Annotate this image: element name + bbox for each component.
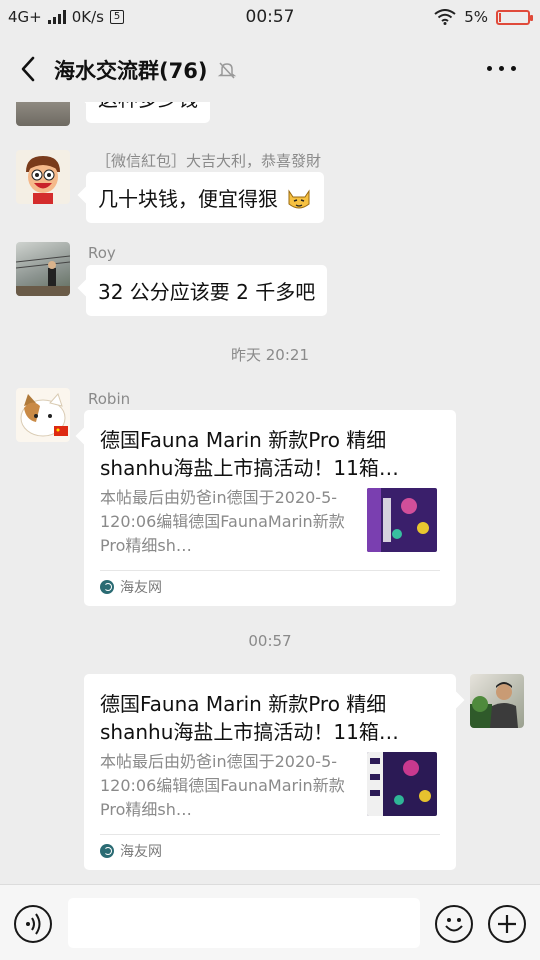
- emoji-icon[interactable]: [435, 905, 473, 943]
- message-text: 几十块钱，便宜得狠: [98, 187, 278, 211]
- message-text: 32 公分应该要 2 千多吧: [98, 280, 316, 304]
- message-text: 这种多少钱: [98, 102, 198, 111]
- card-thumbnail: [367, 752, 437, 816]
- site-icon: [100, 844, 114, 858]
- card-thumbnail: [367, 488, 437, 552]
- site-icon: [100, 580, 114, 594]
- avatar[interactable]: [16, 102, 70, 126]
- chevron-left-icon[interactable]: [14, 54, 44, 84]
- message-row: Robin 德国Fauna Marin 新款Pro 精细shanhu海盐上市搞活…: [0, 388, 540, 608]
- cartoon-boy-icon: [26, 156, 60, 204]
- card-description: 本帖最后由奶爸in德国于2020-5-120:06编辑德国FaunaMarin新…: [100, 752, 345, 819]
- wifi-icon: [434, 9, 456, 25]
- card-source-name: 海友网: [120, 844, 162, 860]
- avatar[interactable]: [16, 388, 70, 442]
- card-body: 本帖最后由奶爸in德国于2020-5-120:06编辑德国FaunaMarin新…: [100, 750, 440, 822]
- message-input[interactable]: [68, 898, 420, 948]
- title-bar: 海水交流群(76): [0, 36, 540, 102]
- input-bar: [0, 884, 540, 960]
- plus-icon[interactable]: [488, 905, 526, 943]
- chat-title[interactable]: 海水交流群(76): [54, 55, 237, 85]
- photo-avatar-icon: [470, 682, 518, 728]
- avatar[interactable]: [16, 242, 70, 296]
- message-row: ［微信紅包］大吉大利，恭喜發財 几十块钱，便宜得狠: [0, 150, 540, 230]
- status-bar: 4G+ 0K/s 5 00:57 5%: [0, 0, 540, 36]
- card-title: 德国Fauna Marin 新款Pro 精细shanhu海盐上市搞活动！11箱…: [100, 692, 399, 744]
- message-row: Roy 32 公分应该要 2 千多吧: [0, 242, 540, 322]
- link-card[interactable]: 德国Fauna Marin 新款Pro 精细shanhu海盐上市搞活动！11箱……: [84, 674, 456, 870]
- more-dots-icon[interactable]: [487, 66, 516, 71]
- bell-muted-icon: [218, 62, 237, 79]
- sender-name: ［微信紅包］大吉大利，恭喜發財: [96, 152, 322, 170]
- message-bubble[interactable]: 几十块钱，便宜得狠: [86, 172, 325, 223]
- chat-area[interactable]: 这种多少钱 ［微信紅包］大吉大利，恭喜發財 几十块钱，便宜得狠: [0, 102, 540, 884]
- avatar[interactable]: [16, 150, 70, 204]
- status-right: 5%: [434, 8, 533, 26]
- cat-emoji-icon: [288, 189, 310, 209]
- timestamp: 00:57: [248, 632, 292, 650]
- card-title: 德国Fauna Marin 新款Pro 精细shanhu海盐上市搞活动！11箱…: [100, 428, 399, 480]
- battery-percent: 5%: [464, 8, 488, 26]
- battery-level: [499, 12, 501, 22]
- voice-icon[interactable]: [14, 905, 52, 943]
- battery-icon: [496, 9, 533, 25]
- avatar[interactable]: [470, 674, 524, 728]
- card-body: 本帖最后由奶爸in德国于2020-5-120:06编辑德国FaunaMarin新…: [100, 486, 440, 558]
- card-source-name: 海友网: [120, 580, 162, 596]
- card-source: 海友网: [100, 570, 440, 603]
- card-description: 本帖最后由奶爸in德国于2020-5-120:06编辑德国FaunaMarin新…: [100, 488, 345, 555]
- timestamp: 昨天 20:21: [231, 346, 309, 364]
- card-source: 海友网: [100, 834, 440, 867]
- message-bubble[interactable]: 32 公分应该要 2 千多吧: [86, 265, 328, 316]
- sender-name: Robin: [88, 390, 131, 408]
- group-name: 海水交流群(76): [54, 59, 208, 83]
- cat-avatar-icon: [20, 393, 68, 437]
- sender-name: Roy: [88, 244, 116, 262]
- photo-avatar-icon: [16, 255, 70, 296]
- message-row: 这种多少钱: [0, 102, 540, 152]
- message-bubble[interactable]: 这种多少钱: [86, 102, 210, 123]
- link-card[interactable]: 德国Fauna Marin 新款Pro 精细shanhu海盐上市搞活动！11箱……: [84, 410, 456, 606]
- message-row: 德国Fauna Marin 新款Pro 精细shanhu海盐上市搞活动！11箱……: [0, 674, 540, 884]
